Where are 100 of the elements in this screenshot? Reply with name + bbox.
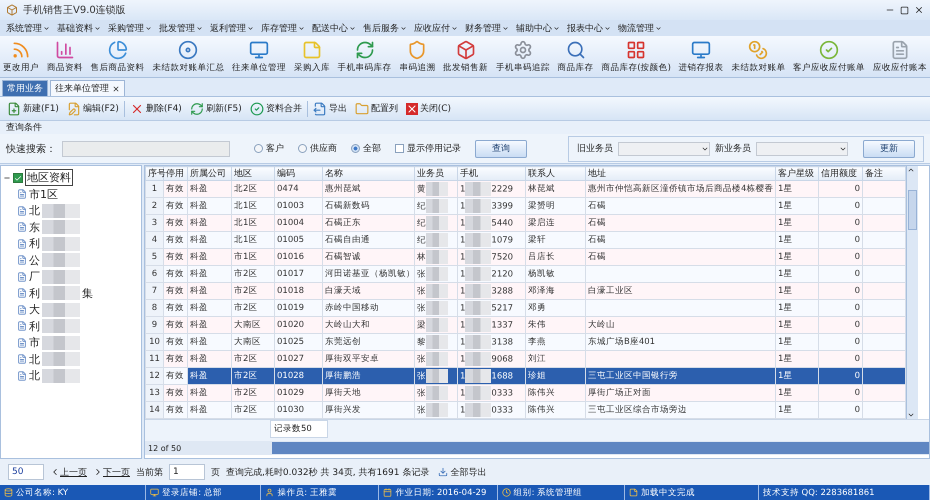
menu-item[interactable]: 库存管理	[259, 22, 307, 34]
checkbox[interactable]	[13, 172, 23, 182]
table-cell: 市2区	[234, 388, 258, 398]
tree-item[interactable]: 市1区	[29, 186, 58, 202]
menu-item[interactable]: 批发管理	[157, 22, 205, 34]
scroll-up-icon[interactable]	[907, 166, 915, 174]
action-button[interactable]: 导出	[310, 102, 350, 116]
rss-icon	[11, 40, 31, 60]
tree-item[interactable]: 市	[29, 335, 40, 350]
column-header[interactable]: 序号	[146, 166, 164, 180]
update-button[interactable]: 更新	[863, 140, 915, 158]
toolbar-button[interactable]: 商品库存	[556, 36, 594, 77]
redaction-mask	[42, 253, 80, 268]
redaction-mask	[42, 270, 80, 284]
menu-item[interactable]: 辅助中心	[514, 22, 562, 34]
toolbar-button[interactable]: 客户应收应付账单	[792, 36, 866, 77]
tree-item[interactable]: 集	[82, 286, 93, 301]
checkbox-option[interactable]: 显示停用记录	[395, 142, 461, 155]
column-header[interactable]: 联系人	[526, 166, 586, 180]
search-field[interactable]	[62, 140, 230, 156]
table-cell: 大南区	[234, 320, 261, 330]
tree-item[interactable]: 东	[29, 220, 40, 235]
tree-item[interactable]: 厂	[29, 269, 40, 284]
action-button[interactable]: 编辑(F2)	[64, 102, 122, 116]
radio-option[interactable]: 客户	[254, 142, 284, 155]
column-header[interactable]: 信用额度	[818, 166, 862, 180]
maximize-icon[interactable]	[900, 6, 909, 14]
toolbar-button[interactable]: 手机串码库存	[336, 36, 392, 77]
column-header[interactable]: 地区	[232, 166, 274, 180]
column-header[interactable]: 业务员	[414, 166, 458, 180]
tree-item[interactable]: 北	[29, 368, 40, 384]
column-header[interactable]: 地址	[586, 166, 776, 180]
toolbar-button[interactable]: 商品资料	[46, 36, 84, 77]
menu-item[interactable]: 返利管理	[208, 22, 256, 34]
toolbar-button[interactable]: 商品库存(按颜色)	[600, 36, 672, 77]
menu-item[interactable]: 基础资料	[55, 22, 103, 34]
tab[interactable]: 常用业务	[2, 80, 48, 96]
menu-item[interactable]: 系统管理	[4, 22, 52, 34]
redaction-mask	[426, 267, 448, 281]
tree-item[interactable]: 地区资料	[25, 169, 73, 186]
export-all-button[interactable]: 全部导出	[435, 466, 490, 478]
menu-item[interactable]: 配送中心	[310, 22, 358, 34]
tab[interactable]: 往来单位管理	[50, 80, 125, 96]
column-header[interactable]: 手机	[458, 166, 526, 180]
tree-item[interactable]: 利	[29, 286, 40, 301]
tree-item[interactable]: 北	[29, 352, 40, 367]
table-cell: 石碣	[588, 218, 606, 228]
column-header[interactable]: 所属公司	[188, 166, 232, 180]
toolbar-button[interactable]: 进销存报表	[678, 36, 725, 77]
toolbar-button[interactable]: 采购入库	[292, 36, 331, 77]
next-page-link[interactable]: 下一页	[93, 466, 130, 478]
table-cell: 科盈	[190, 354, 208, 364]
scrollbar[interactable]	[906, 166, 918, 419]
close-icon[interactable]	[914, 5, 924, 15]
toolbar-button[interactable]: 未结款对账单	[730, 36, 786, 77]
column-header[interactable]: 编码	[274, 166, 322, 180]
caret-icon	[247, 24, 254, 32]
tree-item[interactable]: 公	[29, 252, 40, 268]
scroll-down-icon[interactable]	[907, 411, 915, 419]
toolbar-button[interactable]: 手机串码追踪	[494, 36, 551, 77]
menu-item[interactable]: 采购管理	[106, 22, 154, 34]
action-button[interactable]: 关闭(C)	[402, 102, 454, 115]
menu-item[interactable]: 报表中心	[565, 22, 613, 34]
table-cell: 1星	[778, 337, 792, 347]
toolbar-button[interactable]: 往来单位管理	[231, 36, 287, 77]
prev-page-link[interactable]: 上一页	[50, 466, 87, 478]
toolbar-button[interactable]: 未结款对账单汇总	[151, 36, 226, 77]
redaction-mask	[465, 250, 492, 264]
action-button[interactable]: 刷新(F5)	[186, 102, 245, 116]
redaction-mask	[465, 284, 492, 298]
column-header[interactable]: 名称	[322, 166, 414, 180]
page-size-field[interactable]: 50	[8, 464, 44, 480]
toolbar-button[interactable]: 应收应付账本	[872, 36, 928, 77]
tree-item[interactable]: 利	[29, 236, 40, 252]
radio-option[interactable]: 全部	[351, 142, 381, 155]
action-button[interactable]: 删除(F4)	[126, 102, 185, 116]
table-cell: 0	[854, 320, 860, 330]
action-button[interactable]: 配置列	[352, 102, 401, 116]
tree-item[interactable]: 利	[29, 318, 40, 334]
scroll-thumb[interactable]	[908, 190, 917, 230]
tree-item[interactable]: 大	[29, 302, 40, 318]
query-button[interactable]: 查询	[475, 140, 527, 158]
radio-option[interactable]: 供应商	[298, 142, 337, 155]
toolbar-button[interactable]: 更改用户	[2, 36, 40, 77]
menu-item[interactable]: 财务管理	[463, 22, 511, 34]
action-button[interactable]: 资料合并	[246, 102, 305, 116]
menu-item[interactable]: 物流管理	[616, 22, 664, 34]
menu-item[interactable]: 应收应付	[412, 22, 460, 34]
tree-item[interactable]: 北	[29, 203, 40, 218]
scrollbar[interactable]	[272, 442, 929, 454]
toolbar-button[interactable]: 售后商品资料	[90, 36, 146, 77]
column-header[interactable]: 客户星级	[776, 166, 818, 180]
toolbar-button[interactable]: 批发销售新	[442, 36, 489, 77]
table-cell: 北2区	[234, 184, 258, 194]
page-number-field[interactable]: 1	[169, 464, 205, 480]
action-button[interactable]: 新建(F1)	[4, 102, 62, 116]
close-icon[interactable]	[112, 84, 120, 92]
menu-item[interactable]: 售后服务	[361, 22, 409, 34]
toolbar-button[interactable]: 串码追溯	[398, 36, 436, 77]
column-header[interactable]: 备注	[862, 166, 906, 180]
